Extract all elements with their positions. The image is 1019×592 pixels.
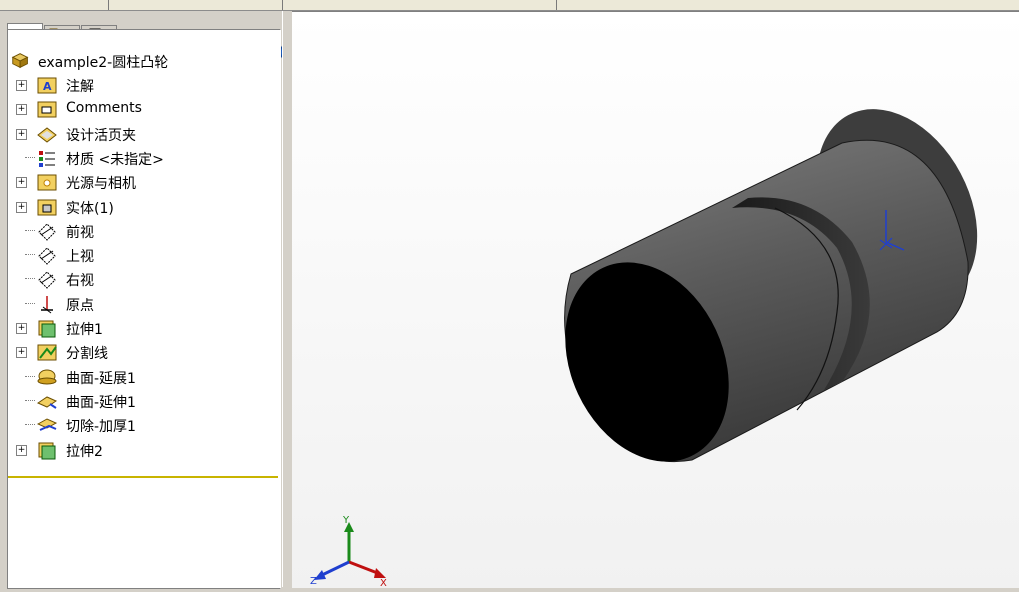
tree-item[interactable]: + 设计活页夹 [8,122,276,145]
toolbar-separator [282,0,283,10]
plane-icon [38,271,56,290]
tree-item[interactable]: 右视 [8,267,276,290]
expand-toggle-icon[interactable]: + [16,323,27,334]
tree-item-label: 曲面-延展1 [66,370,136,387]
thicken-cut-icon [36,418,58,432]
tree-item[interactable]: + 光源与相机 [8,170,276,193]
tree-root[interactable]: example2-圆柱凸轮 [8,49,276,72]
z-axis-label: Z [310,576,317,587]
surface-radiate-icon [37,369,57,385]
expand-toggle-icon[interactable]: + [16,104,27,116]
tree-item-label: 拉伸2 [66,443,103,460]
tree-item[interactable]: 曲面-延伸1 [8,389,276,412]
tree-connector [25,375,35,377]
expand-toggle-icon[interactable]: + [16,177,27,189]
tree-item[interactable]: 前视 [8,219,276,242]
extrude-feature-icon [38,320,56,338]
expand-toggle-icon[interactable]: + [16,444,27,456]
tree-item-label: 分割线 [66,346,108,363]
tree-root-label: example2-圆柱凸轮 [38,55,169,71]
expand-toggle-icon[interactable]: + [16,347,27,359]
tree-item[interactable]: + A 注解 [8,73,276,96]
tree-item[interactable]: + Comments [8,97,276,120]
tree-blank-area [8,478,278,587]
lights-cameras-folder-icon [37,174,57,191]
feature-tree: example2-圆柱凸轮 + A 注解 + Comments + 设计活页夹材质 <未指定… [8,45,278,478]
tree-item-label: 切除-加厚1 [66,419,136,436]
svg-text:A: A [43,80,52,93]
split-line-icon [37,344,57,361]
cylindrical-cam-model[interactable] [534,81,1009,488]
x-axis-arrow-icon [374,568,386,578]
tree-item-label: 注解 [66,79,94,95]
part-icon [11,53,29,69]
tree-item[interactable]: + 分割线 [8,340,276,363]
command-manager-strip [0,0,1019,11]
extrude-feature-icon [38,442,56,459]
toolbar-separator [108,0,109,10]
tree-item-label: 实体(1) [66,200,114,217]
expand-toggle-icon[interactable]: + [16,201,27,213]
comments-folder-icon [37,101,57,118]
solid-bodies-folder-icon [37,199,57,215]
tree-item-label: 曲面-延伸1 [66,394,136,411]
material-icon [39,150,55,167]
surface-extend-icon [36,396,58,409]
graphics-viewport[interactable]: Y X Z [292,11,1019,589]
tree-item-label: 拉伸1 [66,322,103,338]
tree-item[interactable]: 材质 <未指定> [8,146,276,169]
expand-toggle-icon[interactable]: + [16,128,27,140]
tree-item[interactable]: + 实体(1) [8,195,276,218]
tree-item[interactable]: 曲面-延展1 [8,365,276,388]
y-axis-label: Y [342,515,350,526]
annotations-folder-icon: A [37,77,57,94]
tree-item-label: 右视 [66,273,94,290]
plane-icon [38,247,56,265]
tree-connector [25,156,35,158]
tree-item-label: 设计活页夹 [66,127,136,144]
tree-item[interactable]: 切除-加厚1 [8,413,276,436]
tree-item-label: 上视 [66,249,94,266]
view-triad: Y X Z [310,515,387,589]
design-binder-icon [37,126,57,143]
tree-item[interactable]: 上视 [8,243,276,266]
tree-item-label: 材质 <未指定> [66,151,164,168]
tree-connector [25,254,35,256]
tree-connector [25,424,35,426]
plane-icon [38,223,56,241]
model-view: Y X Z [310,81,1009,589]
toolbar-separator [556,0,557,10]
tree-item-label: 前视 [66,224,94,241]
tree-item[interactable]: + 拉伸1 [8,316,276,339]
expand-toggle-icon[interactable]: + [16,80,27,91]
tree-item-label: 原点 [66,297,94,314]
tree-connector [25,399,35,401]
tree-connector [25,302,35,304]
tree-item[interactable]: + 拉伸2 [8,438,276,461]
tree-connector [25,278,35,280]
tree-item[interactable]: 原点 [8,292,276,315]
tree-connector [25,229,35,231]
tree-item-label: 光源与相机 [66,176,136,193]
origin-icon [41,295,53,314]
tree-item-label: Comments [66,100,142,117]
